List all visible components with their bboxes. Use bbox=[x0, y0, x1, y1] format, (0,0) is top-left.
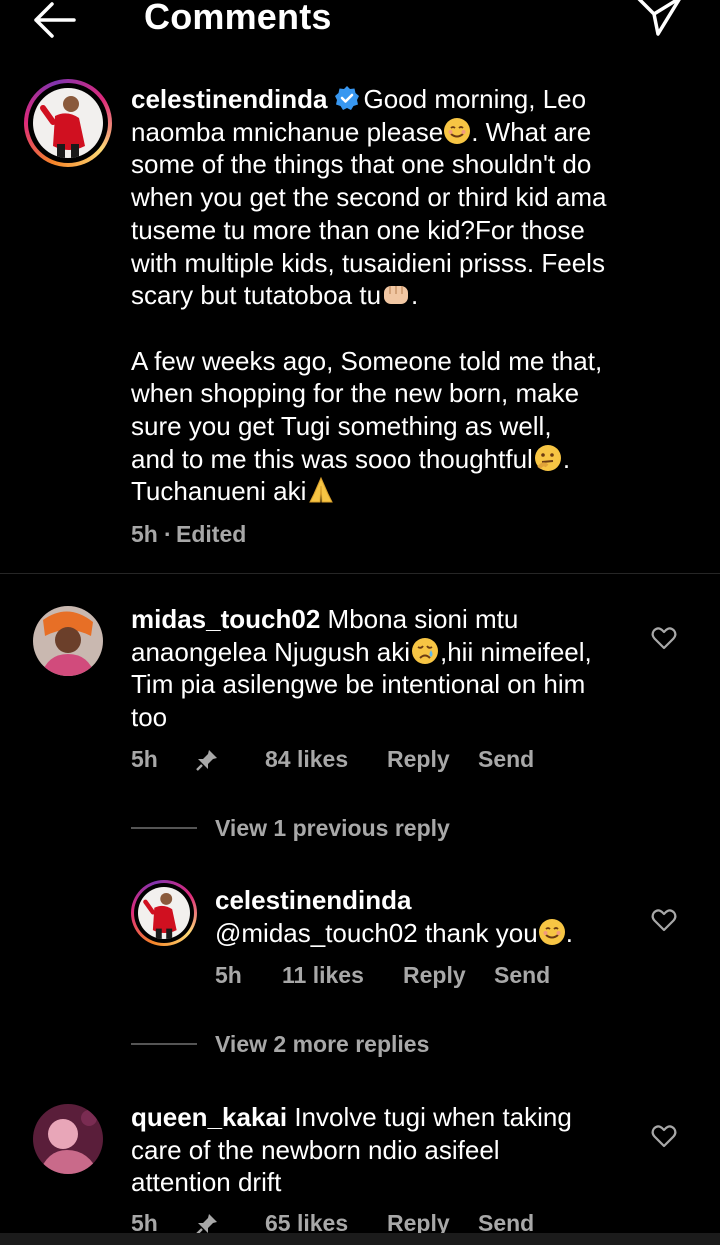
caption-avatar[interactable] bbox=[24, 79, 112, 167]
avatar bbox=[33, 1104, 103, 1174]
view-previous-reply[interactable]: View 1 previous reply bbox=[215, 815, 450, 842]
comment-line: ,hii nimeifeel, bbox=[440, 636, 592, 667]
heart-icon[interactable] bbox=[651, 1124, 677, 1148]
comment-username[interactable]: queen_kakai bbox=[131, 1102, 287, 1132]
send-button[interactable]: Send bbox=[494, 962, 550, 989]
folded-hands-emoji-icon bbox=[309, 477, 334, 503]
caption-text: celestinendinda Good morning, Leo naomba … bbox=[131, 83, 691, 508]
comment-avatar[interactable] bbox=[33, 606, 103, 676]
reply-line: @midas_touch02 thank you bbox=[215, 917, 538, 948]
heart-icon[interactable] bbox=[651, 908, 677, 932]
reply-avatar[interactable] bbox=[131, 880, 197, 946]
reply-text: celestinendinda @midas_touch02 thank you… bbox=[215, 884, 635, 949]
verified-badge-icon bbox=[334, 86, 359, 110]
send-button[interactable]: Send bbox=[478, 746, 534, 773]
reply-meta: 5h 11 likes Reply Send bbox=[215, 962, 575, 990]
divider bbox=[0, 573, 720, 574]
caption-line: sure you get Tugi something as well, bbox=[131, 411, 552, 442]
caption-line: scary but tutatoboa tu bbox=[131, 280, 382, 311]
comment-meta: 5h 84 likes Reply Send bbox=[131, 746, 551, 774]
reply-time: 5h bbox=[215, 962, 242, 988]
pin-icon bbox=[196, 750, 217, 771]
comment-line: Involve tugi when taking bbox=[294, 1102, 572, 1132]
view-more-replies[interactable]: View 2 more replies bbox=[215, 1031, 429, 1058]
comment-line: Mbona sioni mtu bbox=[327, 604, 519, 634]
comment-line: too bbox=[131, 702, 168, 733]
page-title: Comments bbox=[144, 0, 332, 37]
comment-avatar[interactable] bbox=[33, 1104, 103, 1174]
caption-line: . bbox=[411, 280, 419, 311]
comment-line: anaongelea Njugush aki bbox=[131, 636, 410, 667]
reply-username[interactable]: celestinendinda bbox=[215, 884, 635, 917]
caption-line: . bbox=[562, 443, 571, 474]
caption-username[interactable]: celestinendinda bbox=[131, 84, 328, 114]
fist-bump-emoji-icon bbox=[384, 286, 409, 305]
caption-time: 5h bbox=[131, 521, 158, 547]
caption-line: . What are bbox=[471, 116, 592, 147]
avatar bbox=[33, 606, 103, 676]
reply-line: . bbox=[565, 917, 573, 948]
smiling-face-emoji-icon bbox=[538, 918, 565, 945]
top-bar: Comments bbox=[0, 0, 720, 40]
avatar bbox=[138, 887, 190, 939]
caption-edited: Edited bbox=[176, 521, 247, 547]
comment-line: attention drift bbox=[131, 1167, 282, 1198]
comment-time: 5h bbox=[131, 746, 158, 772]
replies-line bbox=[131, 827, 197, 829]
heart-icon[interactable] bbox=[651, 626, 677, 650]
caption-line: and to me this was sooo thoughtful bbox=[131, 443, 533, 474]
avatar bbox=[33, 88, 103, 158]
comment-text: midas_touch02 Mbona sioni mtu anaongelea… bbox=[131, 603, 651, 734]
comment-likes[interactable]: 84 likes bbox=[265, 746, 348, 773]
caption-line: tuseme tu more than one kid?For those bbox=[131, 214, 585, 245]
reply-likes[interactable]: 11 likes bbox=[282, 962, 364, 989]
bottom-input-bar bbox=[0, 1233, 720, 1245]
smiling-face-emoji-icon bbox=[444, 117, 471, 144]
caption-line: when you get the second or third kid ama bbox=[131, 182, 607, 213]
caption-line: some of the things that one shouldn't do bbox=[131, 149, 592, 180]
comment-line: care of the newborn ndio asifeel bbox=[131, 1134, 500, 1165]
caption-separator: · bbox=[164, 521, 172, 547]
thinking-face-emoji-icon bbox=[534, 444, 561, 471]
caption-line: with multiple kids, tusaidieni prisss. F… bbox=[131, 247, 605, 278]
reply-button[interactable]: Reply bbox=[387, 746, 450, 773]
caption-line: Good morning, Leo bbox=[363, 84, 587, 114]
comment-text: queen_kakai Involve tugi when taking car… bbox=[131, 1101, 651, 1199]
reply-button[interactable]: Reply bbox=[403, 962, 466, 989]
comment-line: Tim pia asilengwe be intentional on him bbox=[131, 669, 586, 700]
caption-line: naomba mnichanue please bbox=[131, 116, 444, 147]
caption-line: Tuchanueni aki bbox=[131, 476, 307, 507]
crying-face-emoji-icon bbox=[412, 637, 438, 664]
paper-plane-icon[interactable] bbox=[630, 0, 686, 40]
caption-line: when shopping for the new born, make bbox=[131, 378, 580, 409]
caption-meta: 5h · Edited bbox=[131, 521, 331, 549]
comment-username[interactable]: midas_touch02 bbox=[131, 604, 320, 634]
arrow-left-icon[interactable] bbox=[28, 0, 84, 40]
caption-line: A few weeks ago, Someone told me that, bbox=[131, 345, 603, 376]
replies-line bbox=[131, 1043, 197, 1045]
